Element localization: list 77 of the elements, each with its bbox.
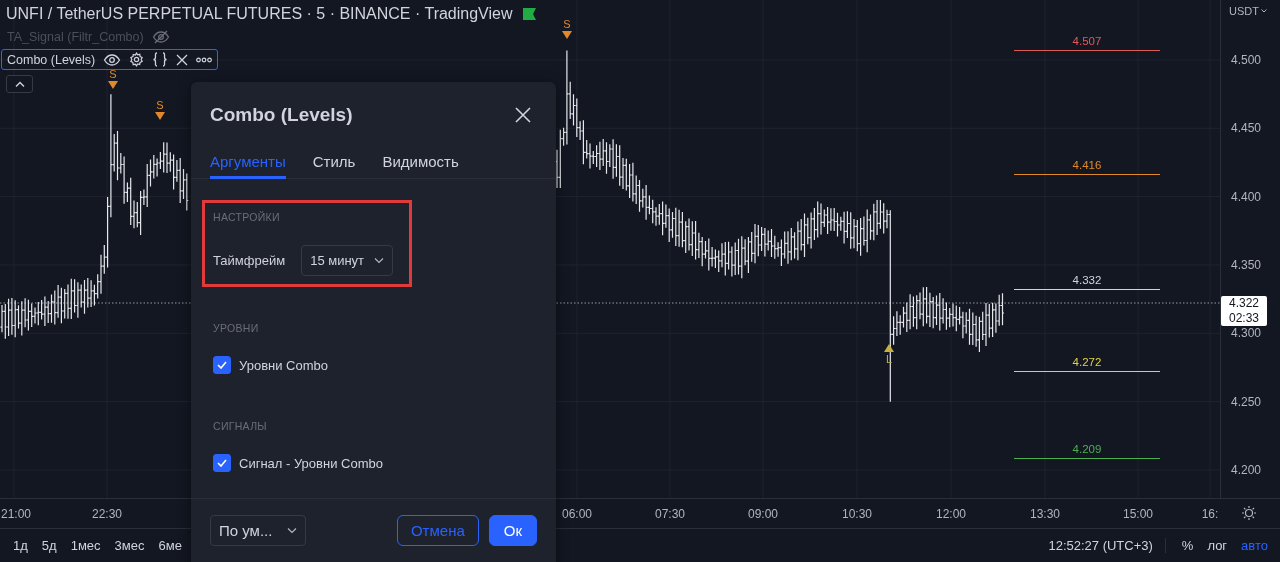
indicator-name: TA_Signal (Filtr_Combo): [7, 30, 144, 44]
check-icon: [217, 459, 227, 467]
price-tick: 4.400: [1231, 189, 1262, 204]
checkbox[interactable]: [213, 454, 231, 472]
dialog-title: Combo (Levels): [210, 104, 353, 126]
close-button[interactable]: [513, 105, 533, 125]
price-tick: 4.250: [1231, 394, 1262, 409]
settings-icon[interactable]: [129, 52, 145, 67]
time-tick: 09:00: [748, 507, 778, 521]
time-tick: 21:00: [1, 507, 31, 521]
scale-toggle[interactable]: авто: [1237, 536, 1272, 555]
triangle-down-icon: [108, 81, 118, 89]
checkbox-label: Сигнал - Уровни Combo: [239, 455, 383, 471]
triangle-up-icon: [884, 344, 894, 352]
field-label: Таймфрейм: [213, 253, 286, 268]
signal-label: S: [109, 68, 117, 80]
indicator-legend[interactable]: Combo (Levels): [1, 49, 219, 70]
eye-icon[interactable]: [103, 53, 122, 66]
ok-button[interactable]: Ок: [488, 515, 537, 546]
time-tick: 07:30: [655, 507, 685, 521]
section-heading: СИГНАЛЫ: [213, 420, 268, 432]
collapse-button[interactable]: [6, 75, 33, 93]
check-icon: [217, 361, 227, 369]
currency-selector[interactable]: USDT: [1229, 5, 1267, 17]
level-label: 4.507: [1072, 35, 1102, 47]
time-tick: 10:30: [842, 507, 872, 521]
time-tick: 13:30: [1030, 507, 1060, 521]
checkbox[interactable]: [213, 356, 231, 374]
flag-icon[interactable]: [522, 8, 536, 20]
checkbox-label: Уровни Combo: [239, 357, 328, 373]
section-heading: НАСТРОЙКИ: [213, 211, 281, 223]
close-icon[interactable]: [176, 53, 189, 66]
time-tick: 12:00: [936, 507, 966, 521]
time-tick: 16:: [1201, 507, 1219, 521]
price-tick: 4.350: [1231, 258, 1262, 272]
chart-title: UNFI / TetherUS PERPETUAL FUTURES · 5 · BINANCE · TradingView: [6, 5, 513, 23]
signal-label: S: [563, 18, 571, 30]
timeframe-select[interactable]: 15 минут: [301, 245, 394, 276]
caret-icon: [1260, 9, 1267, 13]
indicator-name: Combo (Levels): [7, 52, 96, 67]
chevron-down-icon: [374, 257, 385, 264]
more-icon[interactable]: [196, 56, 213, 63]
price-tick: 4.450: [1231, 121, 1262, 136]
clock[interactable]: 12:52:27 (UTC+3): [1048, 538, 1166, 553]
time-tick: 22:30: [92, 507, 122, 521]
tab[interactable]: Стиль: [312, 142, 356, 179]
time-tick: 15:00: [1123, 507, 1153, 521]
level-label: 4.416: [1072, 159, 1102, 171]
close-icon: [513, 105, 533, 125]
preset-select[interactable]: По ум...: [210, 515, 306, 546]
level-label: 4.209: [1072, 443, 1102, 455]
tab[interactable]: Видимость: [382, 142, 459, 179]
chevron-up-icon: [14, 81, 25, 87]
scale-toggle[interactable]: лог: [1203, 536, 1232, 555]
last-price: 4.322: [1228, 296, 1260, 311]
level-label: 4.272: [1072, 356, 1102, 368]
price-tick: 4.500: [1231, 53, 1262, 67]
eye-off-icon[interactable]: [151, 30, 170, 44]
triangle-down-icon: [155, 112, 165, 120]
level-label: 4.332: [1072, 274, 1102, 286]
price-tick: 4.200: [1231, 462, 1262, 477]
settings-icon[interactable]: [1241, 505, 1257, 521]
range-button[interactable]: 6ме: [153, 536, 187, 555]
range-button[interactable]: 5д: [36, 536, 62, 555]
range-button[interactable]: 1д: [8, 536, 33, 555]
triangle-down-icon: [562, 31, 572, 39]
range-button[interactable]: 1мес: [65, 536, 106, 555]
range-button[interactable]: 3мес: [109, 536, 150, 555]
section-heading: УРОВНИ: [213, 322, 260, 334]
price-tick: 4.300: [1231, 326, 1262, 341]
braces-icon[interactable]: [152, 52, 169, 67]
chevron-down-icon: [287, 527, 297, 534]
signal-label: S: [156, 99, 164, 111]
signal-label: L: [885, 353, 893, 365]
bar-countdown: 02:33: [1228, 311, 1260, 326]
time-tick: 06:00: [562, 507, 592, 521]
scale-toggle[interactable]: %: [1177, 536, 1198, 555]
